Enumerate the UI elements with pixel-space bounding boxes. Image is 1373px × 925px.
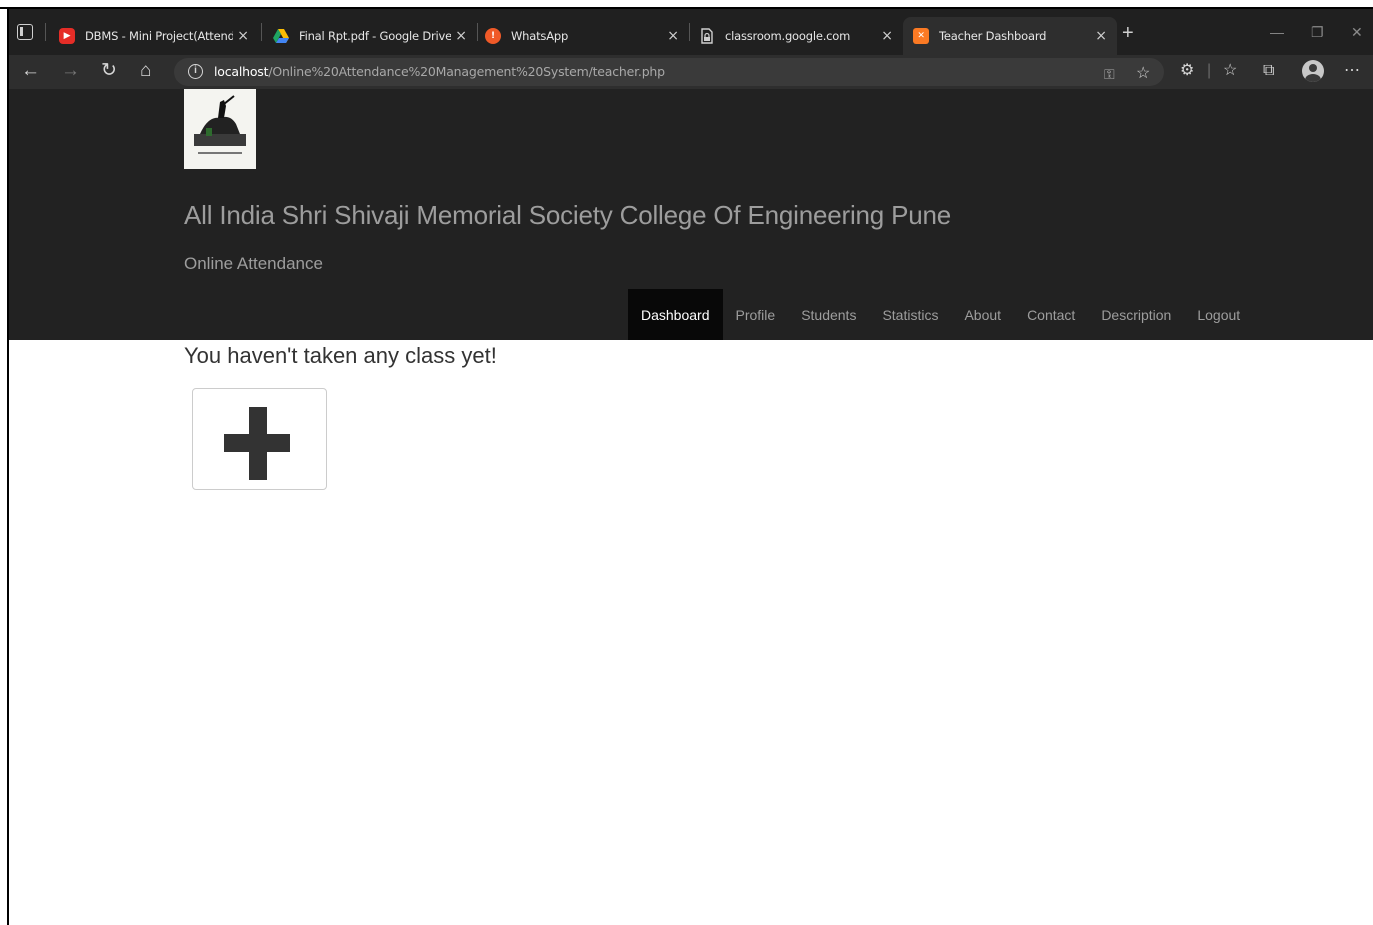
window-close-icon[interactable]: ✕ — [1351, 24, 1363, 41]
url-field[interactable]: i localhost/Online%20Attendance%20Manage… — [174, 58, 1164, 86]
nav-students[interactable]: Students — [788, 289, 869, 340]
main-nav: Dashboard Profile Students Statistics Ab… — [628, 289, 1253, 340]
url-host: localhost — [214, 64, 269, 79]
shivaji-statue-icon — [194, 95, 246, 154]
home-icon[interactable]: ⌂ — [140, 61, 151, 81]
tab-separator — [261, 23, 262, 41]
tab-whatsapp[interactable]: ! WhatsApp × — [475, 17, 689, 55]
tab-teacher-dashboard[interactable]: ✕ Teacher Dashboard × — [903, 17, 1117, 55]
tab-title: classroom.google.com — [725, 29, 851, 43]
site-header: All India Shri Shivaji Memorial Society … — [9, 89, 1373, 340]
close-icon[interactable]: × — [1091, 28, 1111, 44]
address-bar: ← → ↻ ⌂ i localhost/Online%20Attendance%… — [9, 55, 1373, 89]
nav-logout[interactable]: Logout — [1184, 289, 1253, 340]
collections-icon[interactable]: ⧉ — [1263, 62, 1274, 80]
college-name: All India Shri Shivaji Memorial Society … — [184, 200, 951, 230]
back-arrow-icon[interactable]: ← — [21, 61, 40, 81]
nav-profile[interactable]: Profile — [723, 289, 789, 340]
favorites-icon[interactable]: ☆ — [1223, 62, 1237, 80]
add-favorite-icon[interactable]: ☆ — [1136, 65, 1150, 83]
site-info-icon[interactable]: i — [188, 64, 203, 79]
nav-contact[interactable]: Contact — [1014, 289, 1088, 340]
forward-arrow-icon[interactable]: → — [61, 61, 80, 81]
close-icon[interactable]: × — [663, 28, 683, 44]
tab-separator — [45, 23, 46, 41]
refresh-icon[interactable]: ↻ — [101, 61, 117, 81]
plus-icon-bar — [224, 434, 290, 452]
site-subtitle: Online Attendance — [184, 254, 323, 273]
close-icon[interactable]: × — [451, 28, 471, 44]
nav-about[interactable]: About — [951, 289, 1014, 340]
restore-icon[interactable]: ❐ — [1311, 24, 1324, 41]
profile-avatar-icon[interactable] — [1302, 60, 1324, 82]
more-menu-icon[interactable]: ⋯ — [1344, 62, 1360, 80]
empty-classes-message: You haven't taken any class yet! — [184, 343, 497, 368]
tab-title: Teacher Dashboard — [939, 29, 1047, 43]
tab-final-rpt[interactable]: Final Rpt.pdf - Google Drive × — [263, 17, 477, 55]
tab-title: WhatsApp — [511, 29, 569, 43]
tab-title: Final Rpt.pdf - Google Drive — [299, 29, 451, 43]
key-icon[interactable]: ⚿ — [1104, 65, 1115, 83]
college-logo — [184, 89, 256, 169]
new-tab-icon[interactable]: + — [1122, 23, 1134, 43]
page-lock-icon — [699, 28, 715, 44]
tab-actions-icon[interactable] — [17, 24, 33, 40]
youtube-icon: ▶ — [59, 28, 75, 44]
browser-chrome: ▶ DBMS - Mini Project(Attendance × Final… — [9, 9, 1373, 89]
close-icon[interactable]: × — [233, 28, 253, 44]
nav-dashboard[interactable]: Dashboard — [628, 289, 723, 340]
whatsapp-icon: ! — [485, 28, 501, 44]
nav-description[interactable]: Description — [1088, 289, 1184, 340]
google-drive-icon — [273, 28, 289, 44]
extensions-icon[interactable]: ⚙ — [1180, 62, 1194, 80]
tab-strip: ▶ DBMS - Mini Project(Attendance × Final… — [9, 9, 1373, 55]
xampp-icon: ✕ — [913, 28, 929, 44]
url-text[interactable]: localhost/Online%20Attendance%20Manageme… — [214, 64, 665, 79]
toolbar-divider: | — [1207, 62, 1212, 79]
add-class-button[interactable] — [192, 388, 327, 490]
tab-classroom[interactable]: classroom.google.com × — [689, 17, 903, 55]
close-icon[interactable]: × — [877, 28, 897, 44]
tab-title: DBMS - Mini Project(Attendance — [85, 29, 233, 43]
minimize-icon[interactable]: — — [1270, 24, 1284, 40]
nav-statistics[interactable]: Statistics — [869, 289, 951, 340]
url-path: /Online%20Attendance%20Management%20Syst… — [268, 64, 665, 79]
tab-dbms[interactable]: ▶ DBMS - Mini Project(Attendance × — [49, 17, 259, 55]
